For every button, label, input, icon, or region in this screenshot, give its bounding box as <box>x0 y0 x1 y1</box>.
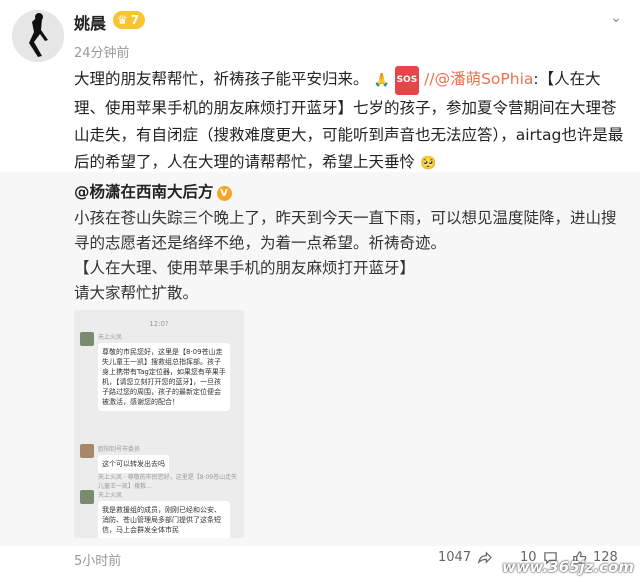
repost-card[interactable]: @杨潇在西南大后方 V 小孩在苍山失踪三个晚上了，昨天到今天一直下雨，可以想见温度… <box>0 172 640 546</box>
chat-message: 天上火凤 我是救援组的成员，刚刚已经和公安、消防、苍山管理局多部门提供了这条短信… <box>80 490 230 538</box>
repost-count: 1047 <box>438 550 472 565</box>
repost-text-line-1: 小孩在苍山失踪三个晚上了，昨天到今天一直下雨，可以想见温度陡降，进山搜寻的志愿者… <box>74 209 617 252</box>
username[interactable]: 姚晨 <box>74 10 106 34</box>
repost-text-line-2: 【人在大理、使用苹果手机的朋友麻烦打开蓝牙】 <box>74 259 416 277</box>
repost-text: 小孩在苍山失踪三个晚上了，昨天到今天一直下雨，可以想见温度陡降，进山搜寻的志愿者… <box>74 206 624 306</box>
repost-author-name[interactable]: @杨潇在西南大后方 <box>74 183 214 201</box>
chat-sender: 天上火凤 <box>98 334 123 341</box>
post-text-intro: 大理的朋友帮帮忙，祈祷孩子能平安归来。 <box>74 70 369 88</box>
verified-icon: V <box>216 186 232 201</box>
chat-avatar <box>80 332 94 346</box>
chat-quote: 天上火凤 · 尊敬的市民您好，这里是【8·09苍山走失儿童王一凯】搜救... <box>98 472 238 492</box>
chat-screenshot-image[interactable]: 12:0? 天上火凤 尊敬的市民您好，这里是【8·09苍山走失儿童王一凯】搜救组… <box>74 310 244 538</box>
crown-icon: ♛ <box>117 13 128 27</box>
chat-bubble: 这个可以转发出去吗 <box>98 455 169 473</box>
sos-icon: SOS <box>394 66 420 95</box>
chat-avatar <box>80 444 94 458</box>
watermark: www.365jz.com <box>501 558 634 576</box>
vip-badge[interactable]: ♛ 7 <box>113 11 146 29</box>
chat-sender: 欧阳钊号市委员 <box>98 446 141 453</box>
mention-link[interactable]: //@潘萌SoPhia <box>424 70 533 88</box>
chat-bubble: 尊敬的市民您好，这里是【8·09苍山走失儿童王一凯】搜救组总指挥部。孩子身上携带… <box>98 343 230 411</box>
post-timestamp[interactable]: 24分钟前 <box>74 42 130 61</box>
chat-sender: 天上火凤 <box>98 492 123 499</box>
avatar-image <box>12 10 64 62</box>
repost-button[interactable]: 1047 <box>438 550 493 565</box>
chat-avatar <box>80 490 94 504</box>
avatar[interactable] <box>12 10 64 62</box>
share-icon <box>477 551 493 565</box>
post-text: 大理的朋友帮帮忙，祈祷孩子能平安归来。 🙏 SOS //@潘萌SoPhia:【人… <box>74 66 624 177</box>
vip-level: 7 <box>130 13 140 27</box>
pray-icon: 🙏 <box>373 73 390 88</box>
chat-message: 天上火凤 尊敬的市民您好，这里是【8·09苍山走失儿童王一凯】搜救组总指挥部。孩… <box>80 332 230 411</box>
footer-timestamp: 5小时前 <box>74 554 122 569</box>
repost-text-line-3: 请大家帮忙扩散。 <box>74 284 199 302</box>
chat-time: 12:0? <box>149 320 169 328</box>
chat-bubble: 我是救援组的成员，刚刚已经和公安、消防、苍山管理局多部门提供了这条短信，马上会群… <box>98 501 230 538</box>
chevron-down-icon[interactable]: ⌄ <box>610 10 622 26</box>
chat-quote-text: 天上火凤 · 尊敬的市民您好，这里是【8·09苍山走失儿童王一凯】搜救... <box>98 474 238 490</box>
repost-author[interactable]: @杨潇在西南大后方 V <box>74 180 232 202</box>
chat-message: 欧阳钊号市委员 这个可以转发出去吗 <box>80 444 230 473</box>
